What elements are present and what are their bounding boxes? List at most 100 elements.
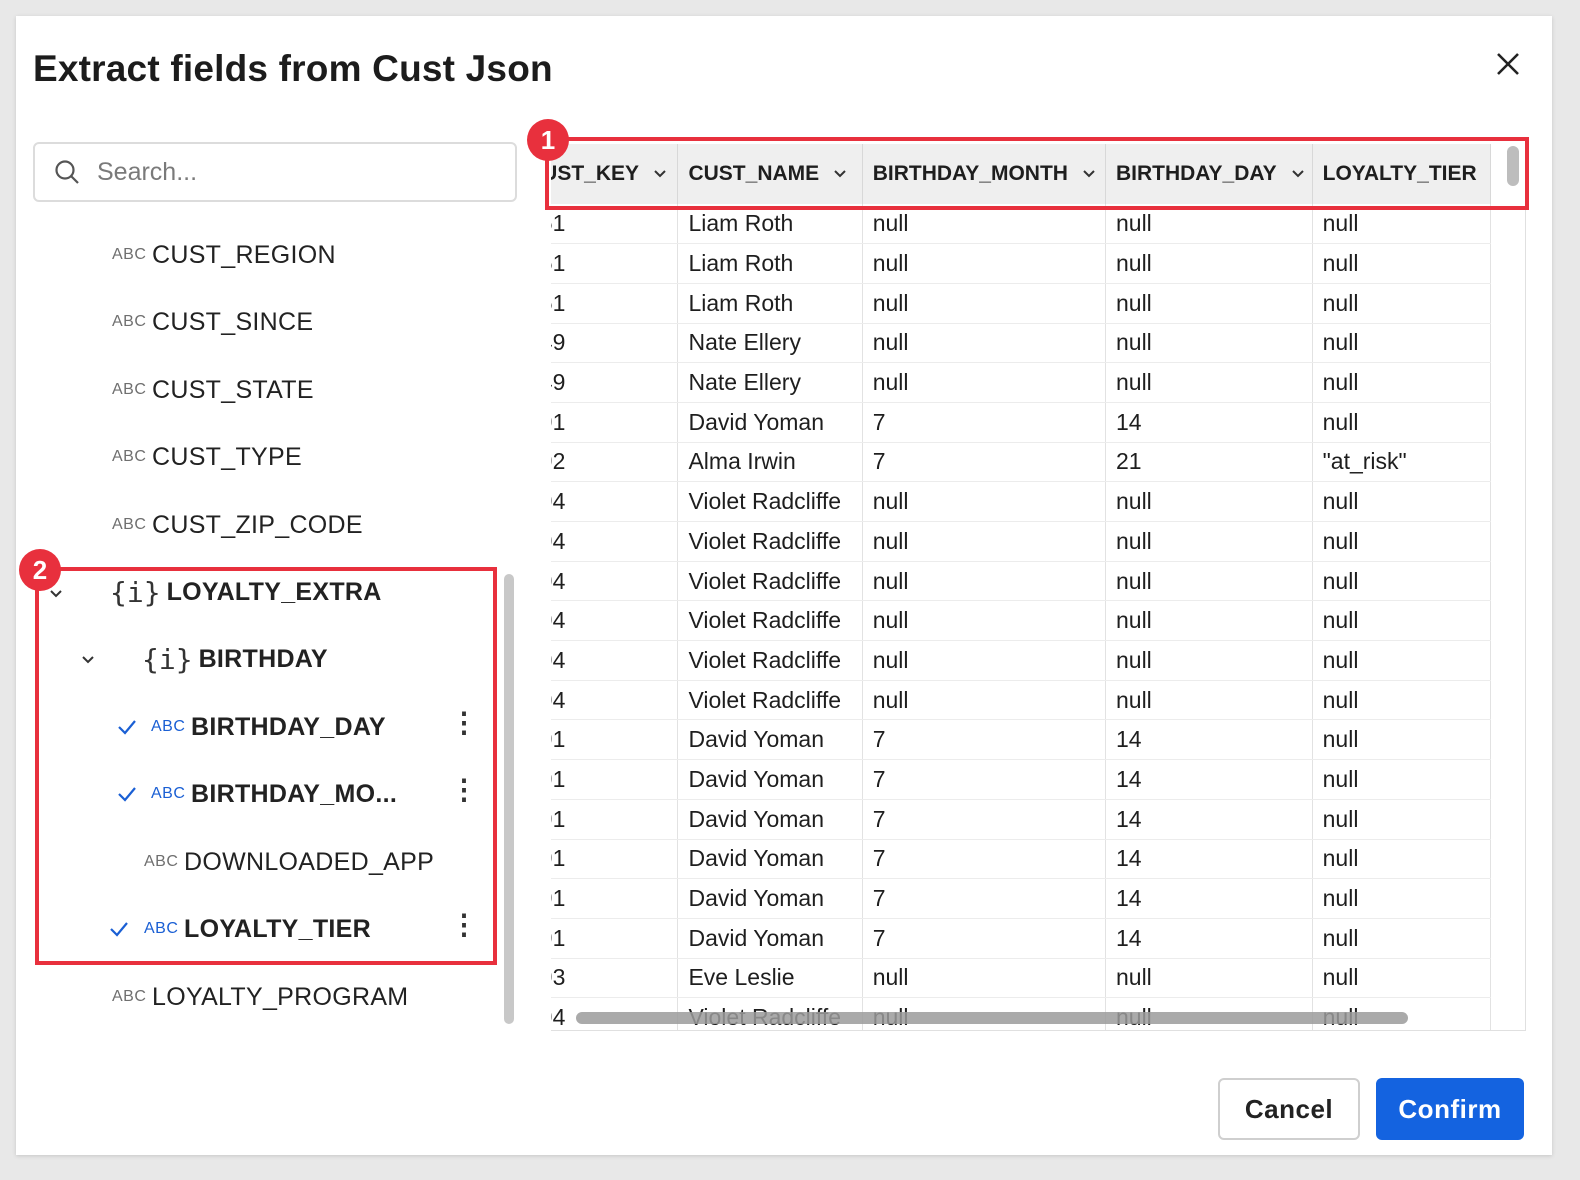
table-row: 194Violet Radcliffenullnullnull xyxy=(551,481,1492,522)
field-label: CUST_TYPE xyxy=(152,442,302,471)
cell-cust-name: David Yoman xyxy=(677,402,863,443)
cell-birthday-month: null xyxy=(862,362,1106,403)
cell-cust-name: Eve Leslie xyxy=(677,958,863,999)
field-item-cust-zip-code[interactable]: ABC CUST_ZIP_CODE xyxy=(112,505,363,545)
cell-cust-key: 191 xyxy=(551,839,679,880)
cell-loyalty-tier: null xyxy=(1312,521,1492,562)
cell-birthday-day: null xyxy=(1105,243,1313,284)
search-input[interactable] xyxy=(95,156,479,188)
field-label: LOYALTY_PROGRAM xyxy=(152,982,409,1011)
field-label: CUST_REGION xyxy=(152,240,336,269)
cell-birthday-month: 7 xyxy=(862,918,1106,959)
cell-cust-key: 191 xyxy=(551,918,679,959)
table-row: 193Eve Leslienullnullnull xyxy=(551,958,1492,999)
table-row: 194Violet Radcliffenullnullnull xyxy=(551,561,1492,602)
search-box[interactable] xyxy=(33,142,517,202)
extract-fields-dialog: Extract fields from Cust Json ABC CUST_R… xyxy=(16,16,1552,1155)
table-row: 191David Yoman714null xyxy=(551,719,1492,761)
cell-cust-key: 191 xyxy=(551,402,679,443)
cell-loyalty-tier: null xyxy=(1312,600,1492,642)
annotation-badge-2: 2 xyxy=(19,549,61,591)
cell-birthday-day: 21 xyxy=(1105,442,1313,483)
dialog-title: Extract fields from Cust Json xyxy=(33,48,553,89)
table-row: 191David Yoman714null xyxy=(551,402,1492,443)
cell-cust-name: Violet Radcliffe xyxy=(677,640,863,681)
cell-cust-name: Nate Ellery xyxy=(677,323,863,364)
string-type-icon: ABC xyxy=(112,448,147,465)
table-row: 192Alma Irwin721"at_risk" xyxy=(551,442,1492,483)
cell-loyalty-tier: null xyxy=(1312,362,1492,403)
cell-cust-key: 194 xyxy=(551,680,679,721)
cell-loyalty-tier: null xyxy=(1312,481,1492,522)
annotation-badge-1: 1 xyxy=(527,119,569,161)
cell-loyalty-tier: null xyxy=(1312,243,1492,284)
cell-loyalty-tier: null xyxy=(1312,839,1492,880)
table-row: 191David Yoman714null xyxy=(551,799,1492,840)
cell-cust-key: 194 xyxy=(551,640,679,681)
field-item-cust-type[interactable]: ABC CUST_TYPE xyxy=(112,437,302,477)
table-row: 191David Yoman714null xyxy=(551,839,1492,880)
cell-birthday-month: 7 xyxy=(862,442,1106,483)
cell-birthday-day: null xyxy=(1105,521,1313,562)
cell-cust-name: Violet Radcliffe xyxy=(677,481,863,522)
cancel-button[interactable]: Cancel xyxy=(1218,1078,1360,1140)
cell-loyalty-tier: null xyxy=(1312,561,1492,602)
field-item-cust-region[interactable]: ABC CUST_REGION xyxy=(112,235,336,275)
cell-birthday-day: null xyxy=(1105,323,1313,364)
annotation-box-2 xyxy=(35,567,497,965)
table-row: 191David Yoman714null xyxy=(551,878,1492,919)
cell-cust-key: 191 xyxy=(551,878,679,919)
preview-table: CUST_KEY CUST_NAME BIRTHDAY_MONTH BIRTHD… xyxy=(551,144,1526,1031)
field-item-cust-since[interactable]: ABC CUST_SINCE xyxy=(112,302,313,342)
cell-birthday-month: null xyxy=(862,561,1106,602)
cell-birthday-month: null xyxy=(862,600,1106,642)
field-item-cust-state[interactable]: ABC CUST_STATE xyxy=(112,370,314,410)
cell-birthday-day: 14 xyxy=(1105,918,1313,959)
cell-birthday-day: 14 xyxy=(1105,402,1313,443)
field-item-loyalty-program[interactable]: ABC LOYALTY_PROGRAM xyxy=(112,977,408,1017)
table-row: 751Liam Rothnullnullnull xyxy=(551,243,1492,284)
cell-cust-key: 194 xyxy=(551,481,679,522)
cell-birthday-month: null xyxy=(862,958,1106,999)
table-horizontal-scrollbar[interactable] xyxy=(576,1012,1408,1024)
cell-cust-name: Violet Radcliffe xyxy=(677,600,863,642)
table-row: 751Liam Rothnullnullnull xyxy=(551,283,1492,324)
table-row: 194Violet Radcliffenullnullnull xyxy=(551,640,1492,681)
string-type-icon: ABC xyxy=(112,988,147,1005)
cell-loyalty-tier: null xyxy=(1312,719,1492,761)
table-row: 191David Yoman714null xyxy=(551,759,1492,800)
cell-cust-name: Violet Radcliffe xyxy=(677,680,863,721)
cell-loyalty-tier: null xyxy=(1312,958,1492,999)
cell-loyalty-tier: null xyxy=(1312,878,1492,919)
cell-cust-name: Violet Radcliffe xyxy=(677,561,863,602)
cell-cust-name: David Yoman xyxy=(677,719,863,761)
confirm-button[interactable]: Confirm xyxy=(1376,1078,1524,1140)
cell-cust-key: 193 xyxy=(551,958,679,999)
cell-birthday-day: null xyxy=(1105,283,1313,324)
cell-birthday-day: 14 xyxy=(1105,799,1313,840)
cell-cust-key: 191 xyxy=(551,759,679,800)
cell-birthday-day: null xyxy=(1105,680,1313,721)
cell-cust-key: 194 xyxy=(551,561,679,602)
string-type-icon: ABC xyxy=(112,313,147,330)
cell-birthday-month: 7 xyxy=(862,402,1106,443)
cell-birthday-month: 7 xyxy=(862,878,1106,919)
cell-loyalty-tier: null xyxy=(1312,640,1492,681)
cell-loyalty-tier: null xyxy=(1312,402,1492,443)
tree-scrollbar[interactable] xyxy=(504,574,514,1024)
cell-cust-name: Liam Roth xyxy=(677,243,863,284)
cell-cust-name: Nate Ellery xyxy=(677,362,863,403)
cell-birthday-month: null xyxy=(862,640,1106,681)
cell-birthday-day: null xyxy=(1105,958,1313,999)
cell-cust-key: 192 xyxy=(551,442,679,483)
cell-birthday-month: null xyxy=(862,481,1106,522)
table-row: 191David Yoman714null xyxy=(551,918,1492,959)
cell-birthday-day: 14 xyxy=(1105,759,1313,800)
cell-cust-name: Alma Irwin xyxy=(677,442,863,483)
field-label: CUST_ZIP_CODE xyxy=(152,510,363,539)
close-icon[interactable] xyxy=(1488,44,1528,84)
cell-birthday-month: null xyxy=(862,323,1106,364)
cell-cust-name: David Yoman xyxy=(677,799,863,840)
table-row: 749Nate Ellerynullnullnull xyxy=(551,323,1492,364)
cell-cust-key: 751 xyxy=(551,283,679,324)
